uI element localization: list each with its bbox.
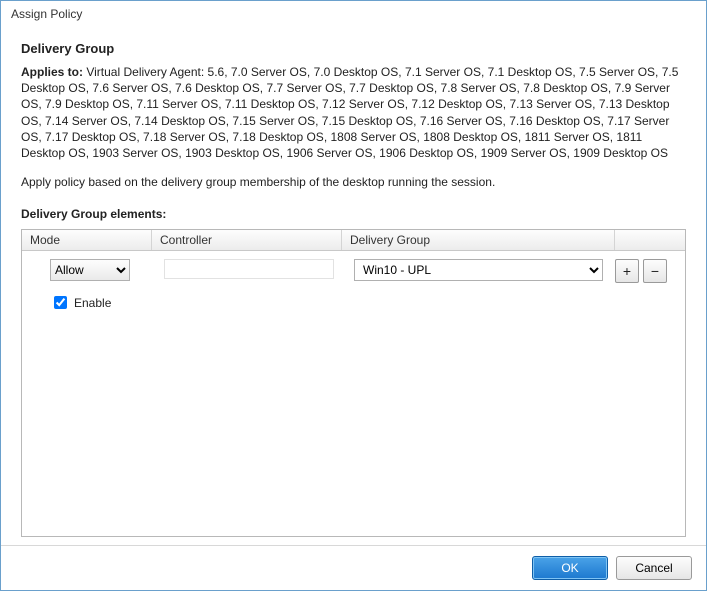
column-header-actions xyxy=(615,230,685,250)
dialog-title: Assign Policy xyxy=(1,1,706,27)
section-heading: Delivery Group xyxy=(21,41,686,56)
ok-button[interactable]: OK xyxy=(532,556,608,580)
table-header: Mode Controller Delivery Group xyxy=(22,230,685,251)
applies-to-block: Applies to: Virtual Delivery Agent: 5.6,… xyxy=(21,64,686,161)
elements-table: Mode Controller Delivery Group Allow xyxy=(21,229,686,537)
column-header-controller[interactable]: Controller xyxy=(152,230,342,250)
mode-select[interactable]: Allow xyxy=(50,259,130,281)
dialog-content: Delivery Group Applies to: Virtual Deliv… xyxy=(1,27,706,545)
enable-label: Enable xyxy=(74,296,111,310)
add-row-button[interactable]: + xyxy=(615,259,639,283)
table-row: Allow Win10 - UPL + xyxy=(22,251,685,287)
column-header-delivery-group[interactable]: Delivery Group xyxy=(342,230,615,250)
controller-input[interactable] xyxy=(164,259,334,279)
plus-icon: + xyxy=(623,263,631,279)
enable-label-wrap[interactable]: Enable xyxy=(50,293,111,312)
elements-subheading: Delivery Group elements: xyxy=(21,207,686,221)
applies-to-label: Applies to: xyxy=(21,65,83,79)
cancel-button[interactable]: Cancel xyxy=(616,556,692,580)
enable-row: Enable xyxy=(22,287,685,318)
delivery-group-select[interactable]: Win10 - UPL xyxy=(354,259,603,281)
dialog-footer: OK Cancel xyxy=(1,545,706,590)
assign-policy-dialog: Assign Policy Delivery Group Applies to:… xyxy=(0,0,707,591)
column-header-mode[interactable]: Mode xyxy=(22,230,152,250)
table-body: Allow Win10 - UPL + xyxy=(22,251,685,536)
minus-icon: − xyxy=(651,263,659,279)
applies-to-text: Virtual Delivery Agent: 5.6, 7.0 Server … xyxy=(21,65,678,160)
enable-checkbox[interactable] xyxy=(54,296,67,309)
policy-description: Apply policy based on the delivery group… xyxy=(21,175,686,189)
remove-row-button[interactable]: − xyxy=(643,259,667,283)
